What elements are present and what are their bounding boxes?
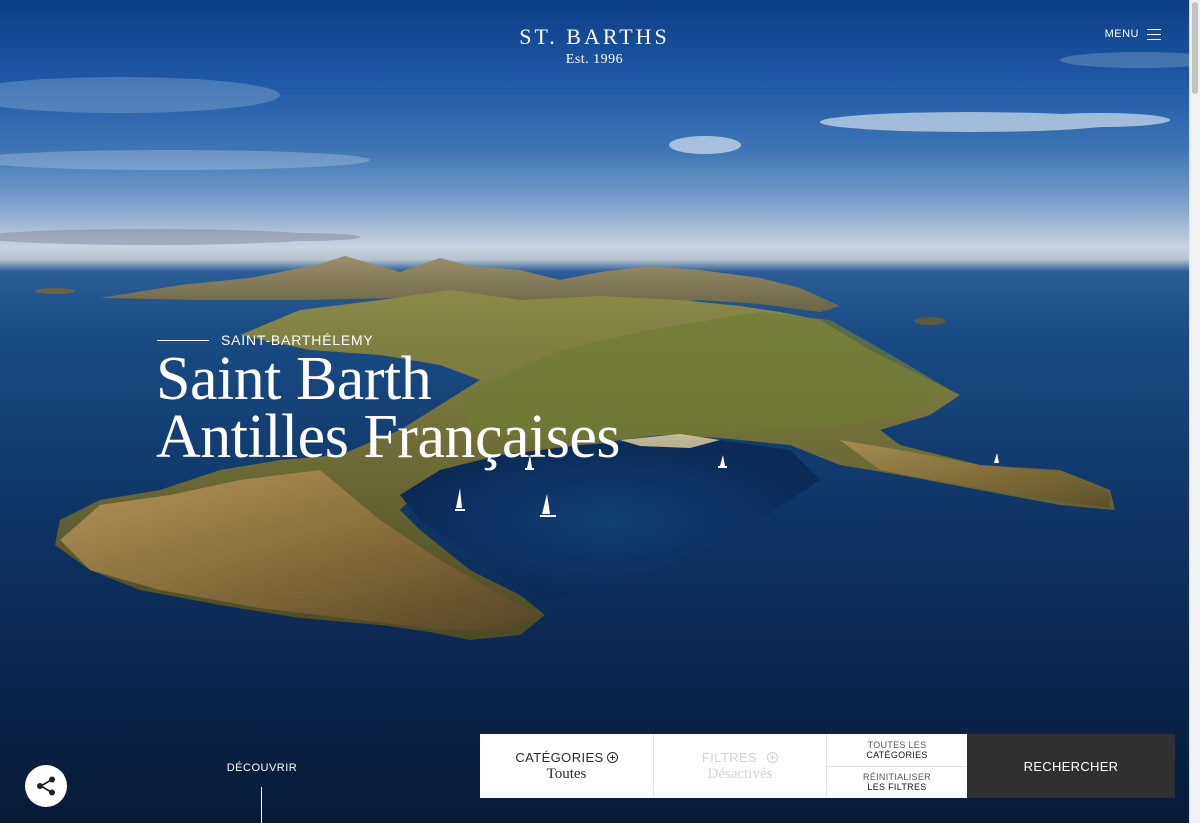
all-categories-line2: CATÉGORIES xyxy=(866,749,928,760)
all-categories-button[interactable]: TOUTES LES CATÉGORIES xyxy=(827,734,967,766)
filters-value: Désactivés xyxy=(707,765,773,782)
hamburger-icon xyxy=(1147,28,1161,40)
reset-filters-button[interactable]: RÉINITIALISER LES FILTRES xyxy=(827,765,967,799)
all-categories-line1: TOUTES LES xyxy=(867,739,927,750)
quick-actions: TOUTES LES CATÉGORIES RÉINITIALISER LES … xyxy=(827,734,967,798)
plus-circle-icon xyxy=(767,751,779,763)
site-logo[interactable]: ST. BARTHS Est. 1996 xyxy=(0,24,1189,68)
search-filter-bar: CATÉGORIES Toutes FILTRES Désactivés TOU… xyxy=(480,734,1175,798)
page-scrollbar[interactable] xyxy=(1189,0,1200,823)
reset-line1: RÉINITIALISER xyxy=(863,772,931,783)
plus-circle-icon xyxy=(606,751,618,763)
brand-established: Est. 1996 xyxy=(565,52,624,67)
scrollbar-thumb[interactable] xyxy=(1192,2,1198,94)
categories-value: Toutes xyxy=(546,765,587,782)
menu-label: MENU xyxy=(1104,28,1139,40)
kicker-rule xyxy=(157,339,209,341)
share-button[interactable] xyxy=(25,765,67,807)
headline-line-1: Saint Barth xyxy=(156,345,432,413)
menu-button[interactable]: MENU xyxy=(1105,28,1161,40)
categories-label: CATÉGORIES xyxy=(515,749,604,765)
categories-dropdown[interactable]: CATÉGORIES Toutes xyxy=(480,734,654,798)
share-icon xyxy=(37,776,55,796)
filters-dropdown[interactable]: FILTRES Désactivés xyxy=(654,734,827,798)
discover-scroll-line xyxy=(261,787,262,823)
brand-name: ST. BARTHS xyxy=(519,24,670,49)
search-button[interactable]: RECHERCHER xyxy=(967,734,1175,798)
headline-line-2: Antilles Françaises xyxy=(156,403,621,471)
filters-label: FILTRES xyxy=(701,749,758,765)
discover-link[interactable]: DÉCOUVRIR xyxy=(212,762,312,774)
reset-line2: LES FILTRES xyxy=(867,782,927,793)
hero-headline: Saint Barth Antilles Françaises xyxy=(156,345,621,471)
